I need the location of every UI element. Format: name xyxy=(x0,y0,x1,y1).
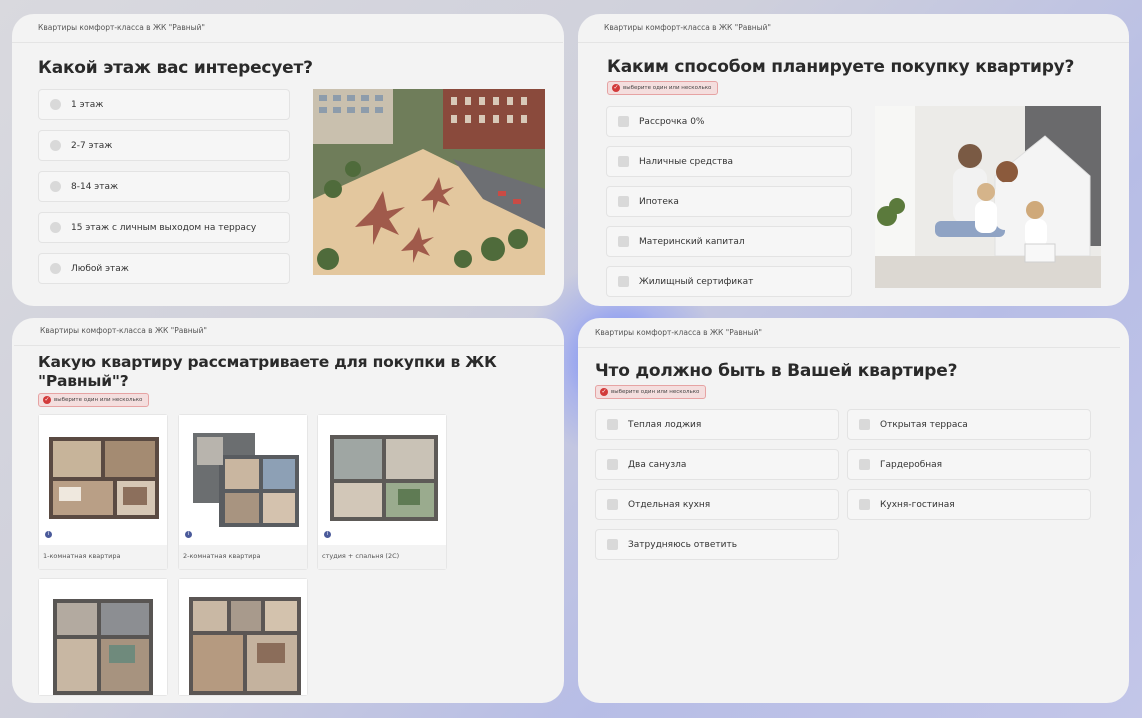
option-maternity-capital[interactable]: Материнский капитал xyxy=(606,226,852,257)
option-floor-8-14[interactable]: 8-14 этаж xyxy=(38,171,290,202)
option-not-sure[interactable]: Затрудняюсь ответить xyxy=(595,529,839,560)
checkbox-icon xyxy=(607,459,618,470)
radio-icon xyxy=(50,222,61,233)
hint-badge: ✓ выберите один или несколько xyxy=(607,81,719,95)
option-label: Жилищный сертификат xyxy=(639,276,754,287)
floor-plan-image xyxy=(39,579,167,695)
option-label: Гардеробная xyxy=(880,459,943,470)
radio-icon xyxy=(50,263,61,274)
checkbox-icon xyxy=(618,156,629,167)
plan-card-1-room[interactable]: i 1-комнатная квартира xyxy=(38,414,168,570)
option-label: Наличные средства xyxy=(639,156,734,167)
checkbox-icon xyxy=(618,236,629,247)
hint-text: выберите один или несколько xyxy=(54,397,143,403)
plan-caption: 2-комнатная квартира xyxy=(179,545,307,569)
hint-text: выберите один или несколько xyxy=(611,389,700,395)
plan-card-2-room[interactable]: i 2-комнатная квартира xyxy=(178,414,308,570)
check-circle-icon: ✓ xyxy=(600,388,608,396)
option-label: Отдельная кухня xyxy=(628,499,711,510)
plan-card-5[interactable] xyxy=(178,578,308,696)
option-wardrobe[interactable]: Гардеробная xyxy=(847,449,1091,480)
option-mortgage[interactable]: Ипотека xyxy=(606,186,852,217)
option-label: Любой этаж xyxy=(71,263,129,274)
hint-text: выберите один или несколько xyxy=(623,85,712,91)
option-installment[interactable]: Рассрочка 0% xyxy=(606,106,852,137)
option-two-bathrooms[interactable]: Два санузла xyxy=(595,449,839,480)
option-label: Рассрочка 0% xyxy=(639,116,705,127)
checkbox-icon xyxy=(607,419,618,430)
features-question-card: Квартиры комфорт-класса в ЖК "Равный" Чт… xyxy=(578,318,1129,703)
radio-icon xyxy=(50,99,61,110)
breadcrumb: Квартиры комфорт-класса в ЖК "Равный" xyxy=(14,326,564,346)
floor-question-card: Квартиры комфорт-класса в ЖК "Равный" Ка… xyxy=(12,14,564,306)
payment-question-card: Квартиры комфорт-класса в ЖК "Равный" Ка… xyxy=(578,14,1129,306)
option-label: Кухня-гостиная xyxy=(880,499,955,510)
plan-caption: студия + спальня (2С) xyxy=(318,545,446,569)
option-cash[interactable]: Наличные средства xyxy=(606,146,852,177)
family-photo-image xyxy=(875,106,1101,288)
option-label: 15 этаж с личным выходом на террасу xyxy=(71,222,257,233)
checkbox-icon xyxy=(859,459,870,470)
option-label: Открытая терраса xyxy=(880,419,968,430)
checkbox-icon xyxy=(607,539,618,550)
option-any-floor[interactable]: Любой этаж xyxy=(38,253,290,284)
floor-plan-image xyxy=(179,415,307,545)
apartment-type-question-card: Квартиры комфорт-класса в ЖК "Равный" Ка… xyxy=(12,318,564,703)
floor-plan-image xyxy=(39,415,167,545)
option-label: 2-7 этаж xyxy=(71,140,113,151)
breadcrumb: Квартиры комфорт-класса в ЖК "Равный" xyxy=(12,23,563,43)
radio-icon xyxy=(50,140,61,151)
option-label: 8-14 этаж xyxy=(71,181,119,192)
checkbox-icon xyxy=(859,499,870,510)
question-title-line: "Равный"? xyxy=(38,372,129,390)
option-separate-kitchen[interactable]: Отдельная кухня xyxy=(595,489,839,520)
option-label: 1 этаж xyxy=(71,99,104,110)
question-title: Какой этаж вас интересует? xyxy=(38,58,313,78)
option-open-terrace[interactable]: Открытая терраса xyxy=(847,409,1091,440)
info-icon[interactable]: i xyxy=(185,531,192,538)
plan-card-studio-bedroom[interactable]: i студия + спальня (2С) xyxy=(317,414,447,570)
option-housing-certificate[interactable]: Жилищный сертификат xyxy=(606,266,852,297)
hint-badge: ✓ выберите один или несколько xyxy=(595,385,707,399)
breadcrumb: Квартиры комфорт-класса в ЖК "Равный" xyxy=(578,23,1129,43)
question-title: Каким способом планируете покупку кварти… xyxy=(607,57,1075,77)
hint-badge: ✓ выберите один или несколько xyxy=(38,393,150,407)
option-kitchen-living[interactable]: Кухня-гостиная xyxy=(847,489,1091,520)
option-floor-15-terrace[interactable]: 15 этаж с личным выходом на террасу xyxy=(38,212,290,243)
radio-icon xyxy=(50,181,61,192)
courtyard-aerial-image xyxy=(313,89,545,275)
floor-plan-image xyxy=(179,579,307,695)
checkbox-icon xyxy=(618,196,629,207)
check-circle-icon: ✓ xyxy=(43,396,51,404)
question-title-line: Какую квартиру рассматриваете для покупк… xyxy=(38,353,497,371)
option-floor-2-7[interactable]: 2-7 этаж xyxy=(38,130,290,161)
option-label: Теплая лоджия xyxy=(628,419,702,430)
checkbox-icon xyxy=(618,276,629,287)
info-icon[interactable]: i xyxy=(324,531,331,538)
option-floor-1[interactable]: 1 этаж xyxy=(38,89,290,120)
floor-plan-image xyxy=(318,415,446,545)
check-circle-icon: ✓ xyxy=(612,84,620,92)
option-label: Два санузла xyxy=(628,459,687,470)
option-warm-loggia[interactable]: Теплая лоджия xyxy=(595,409,839,440)
info-icon[interactable]: i xyxy=(45,531,52,538)
question-title: Что должно быть в Вашей квартире? xyxy=(595,361,958,381)
plan-card-4[interactable] xyxy=(38,578,168,696)
checkbox-icon xyxy=(859,419,870,430)
option-label: Ипотека xyxy=(639,196,679,207)
option-label: Материнский капитал xyxy=(639,236,745,247)
breadcrumb: Квартиры комфорт-класса в ЖК "Равный" xyxy=(578,328,1120,348)
option-label: Затрудняюсь ответить xyxy=(628,539,738,550)
question-title: Какую квартиру рассматриваете для покупк… xyxy=(38,353,497,391)
checkbox-icon xyxy=(607,499,618,510)
checkbox-icon xyxy=(618,116,629,127)
plan-caption: 1-комнатная квартира xyxy=(39,545,167,569)
